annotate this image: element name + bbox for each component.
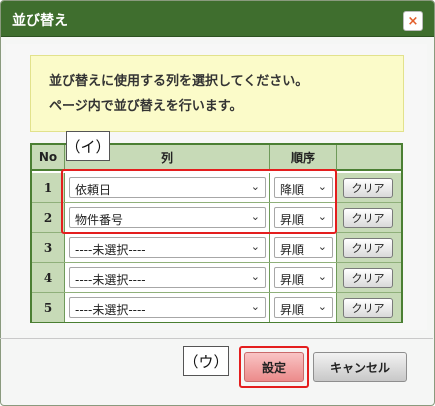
info-line-2: ページ内で並び替えを行います。 — [49, 99, 243, 114]
column-select-value: ----未選択---- — [75, 243, 146, 257]
column-select[interactable]: 依頼日 ⌄ — [69, 177, 266, 198]
clear-cell: クリア — [337, 233, 401, 262]
cancel-button[interactable]: キャンセル — [313, 352, 407, 382]
clear-button[interactable]: クリア — [343, 208, 393, 228]
order-cell: 降順 ⌄ — [270, 173, 337, 202]
confirm-button[interactable]: 設定 — [244, 352, 304, 382]
sort-table: No 列 順序 1 依頼日 ⌄ 降順 ⌄ クリア 2 物件番号 ⌄ 昇順 ⌄ ク… — [30, 143, 403, 323]
order-select-value: 昇順 — [280, 243, 305, 257]
column-cell: ----未選択---- ⌄ — [65, 263, 270, 292]
clear-cell: クリア — [337, 293, 401, 322]
chevron-down-icon: ⌄ — [317, 300, 327, 313]
clear-cell: クリア — [337, 173, 401, 202]
chevron-down-icon: ⌄ — [250, 270, 260, 283]
column-select-value: 依頼日 — [75, 183, 112, 197]
row-number: 2 — [32, 203, 65, 232]
clear-button[interactable]: クリア — [343, 268, 393, 288]
order-select[interactable]: 降順 ⌄ — [274, 177, 333, 198]
table-row: 4 ----未選択---- ⌄ 昇順 ⌄ クリア — [32, 263, 401, 293]
order-cell: 昇順 ⌄ — [270, 203, 337, 232]
column-select-value: ----未選択---- — [75, 303, 146, 317]
chevron-down-icon: ⌄ — [250, 240, 260, 253]
chevron-down-icon: ⌄ — [317, 180, 327, 193]
order-select[interactable]: 昇順 ⌄ — [274, 267, 333, 288]
order-select-value: 昇順 — [280, 303, 305, 317]
column-select[interactable]: ----未選択---- ⌄ — [69, 237, 266, 258]
column-cell: 依頼日 ⌄ — [65, 173, 270, 202]
chevron-down-icon: ⌄ — [250, 180, 260, 193]
column-cell: ----未選択---- ⌄ — [65, 233, 270, 262]
chevron-down-icon: ⌄ — [317, 270, 327, 283]
table-row: 2 物件番号 ⌄ 昇順 ⌄ クリア — [32, 203, 401, 233]
row-number: 4 — [32, 263, 65, 292]
column-select-value: 物件番号 — [75, 213, 124, 227]
annotation-label-u: （ウ） — [183, 346, 229, 376]
info-line-1: 並び替えに使用する列を選択してください。 — [49, 74, 309, 89]
order-select-value: 昇順 — [280, 273, 305, 287]
close-button[interactable]: × — [403, 11, 423, 31]
table-row: 5 ----未選択---- ⌄ 昇順 ⌄ クリア — [32, 293, 401, 323]
header-no: No — [32, 145, 65, 171]
chevron-down-icon: ⌄ — [250, 210, 260, 223]
column-select[interactable]: ----未選択---- ⌄ — [69, 297, 266, 318]
order-select-value: 昇順 — [280, 213, 305, 227]
order-cell: 昇順 ⌄ — [270, 233, 337, 262]
clear-button[interactable]: クリア — [343, 238, 393, 258]
clear-cell: クリア — [337, 203, 401, 232]
column-cell: 物件番号 ⌄ — [65, 203, 270, 232]
column-select[interactable]: 物件番号 ⌄ — [69, 207, 266, 228]
footer-divider — [0, 338, 433, 339]
column-select-value: ----未選択---- — [75, 273, 146, 287]
close-icon: × — [407, 13, 419, 29]
header-order: 順序 — [270, 145, 337, 171]
dialog-title: 並び替え — [12, 13, 68, 29]
clear-cell: クリア — [337, 263, 401, 292]
row-number: 1 — [32, 173, 65, 202]
chevron-down-icon: ⌄ — [250, 300, 260, 313]
order-select-value: 降順 — [280, 183, 305, 197]
table-row: 1 依頼日 ⌄ 降順 ⌄ クリア — [32, 173, 401, 203]
clear-button[interactable]: クリア — [343, 178, 393, 198]
row-number: 5 — [32, 293, 65, 322]
column-select[interactable]: ----未選択---- ⌄ — [69, 267, 266, 288]
order-select[interactable]: 昇順 ⌄ — [274, 207, 333, 228]
order-cell: 昇順 ⌄ — [270, 293, 337, 322]
chevron-down-icon: ⌄ — [317, 210, 327, 223]
column-cell: ----未選択---- ⌄ — [65, 293, 270, 322]
annotation-label-i: （イ） — [66, 131, 111, 161]
info-message-box: 並び替えに使用する列を選択してください。 ページ内で並び替えを行います。 — [30, 55, 404, 132]
header-clear — [337, 145, 401, 171]
table-row: 3 ----未選択---- ⌄ 昇順 ⌄ クリア — [32, 233, 401, 263]
order-select[interactable]: 昇順 ⌄ — [274, 297, 333, 318]
dialog-titlebar: 並び替え × — [1, 1, 434, 37]
clear-button[interactable]: クリア — [343, 298, 393, 318]
order-select[interactable]: 昇順 ⌄ — [274, 237, 333, 258]
order-cell: 昇順 ⌄ — [270, 263, 337, 292]
chevron-down-icon: ⌄ — [317, 240, 327, 253]
row-number: 3 — [32, 233, 65, 262]
